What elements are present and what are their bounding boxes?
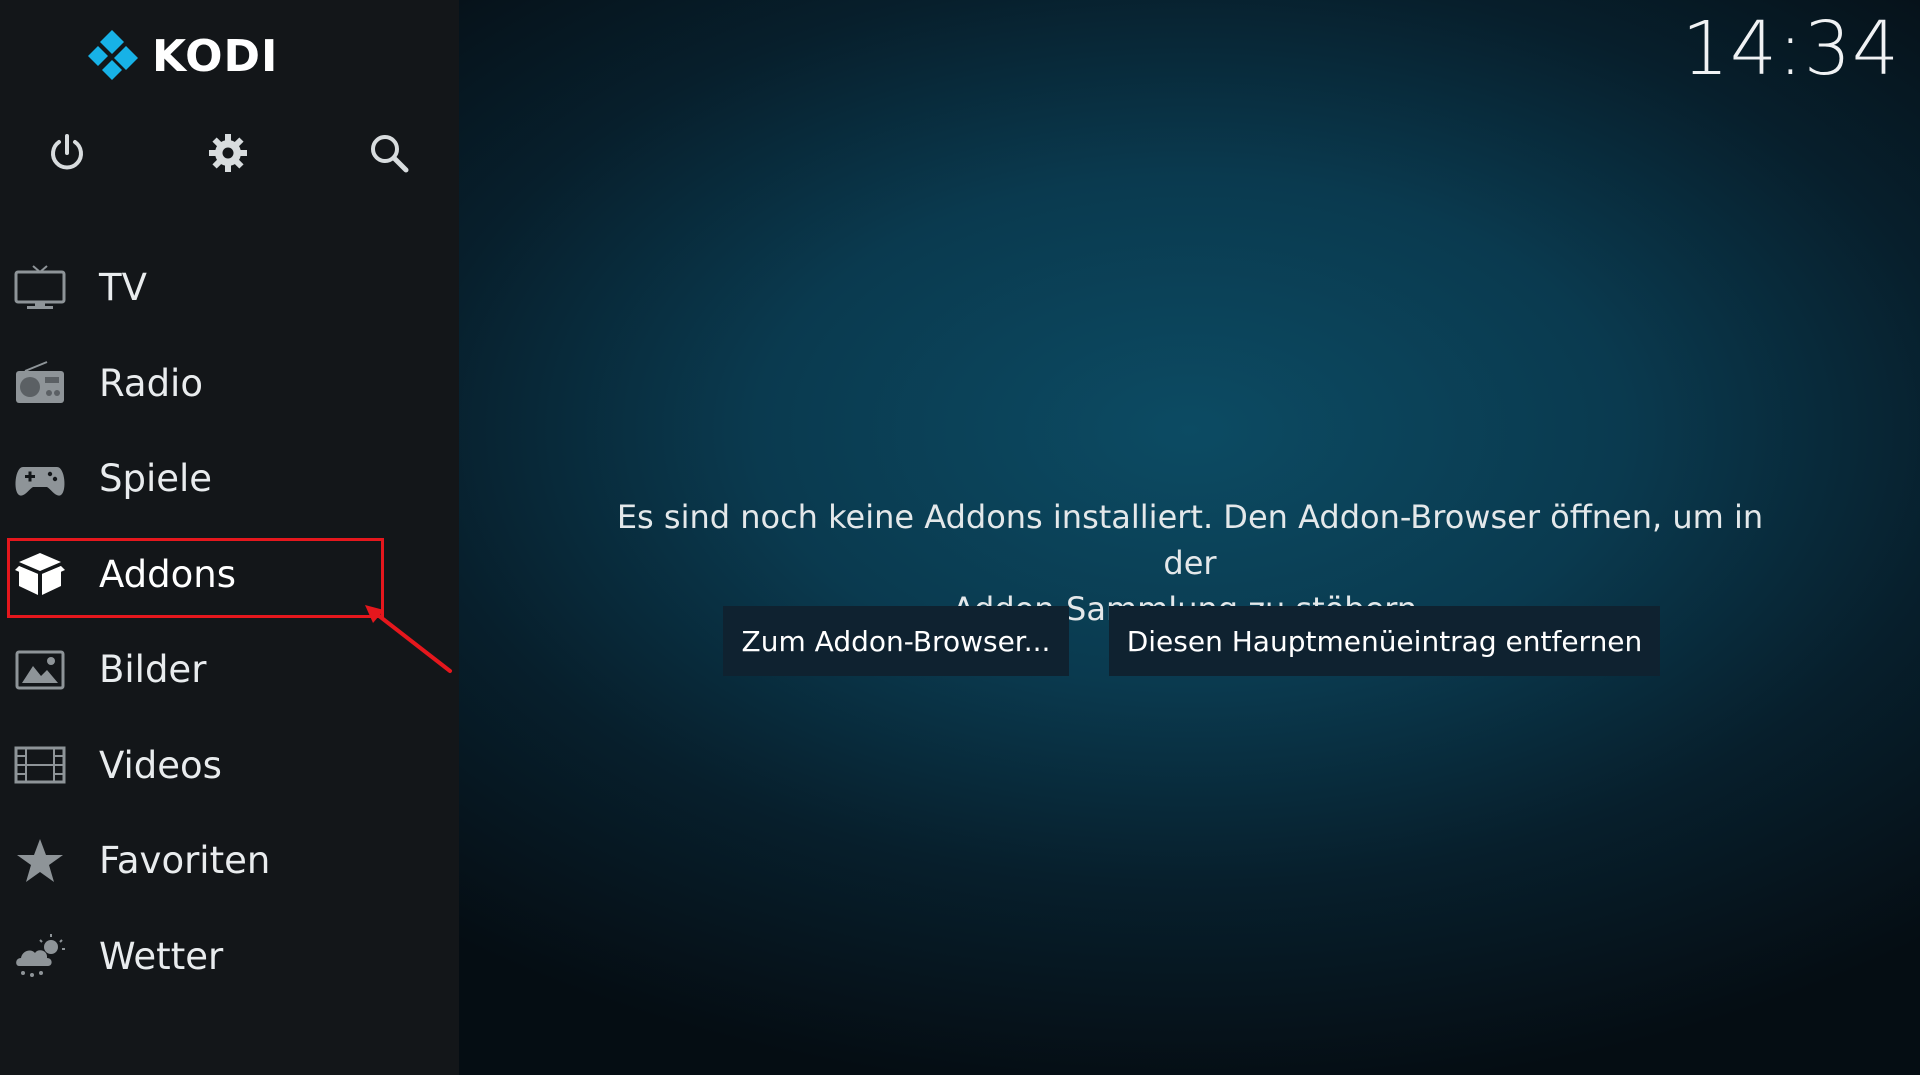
message-line-1: Es sind noch keine Addons installiert. D… — [616, 498, 1764, 582]
radio-icon — [13, 359, 67, 407]
tv-icon — [13, 264, 67, 312]
menu-item-bilder[interactable]: Bilder — [0, 622, 459, 718]
addon-box-icon — [13, 550, 67, 598]
menu-item-spiele[interactable]: Spiele — [0, 431, 459, 527]
menu-item-label: TV — [99, 266, 147, 310]
star-icon — [13, 837, 67, 885]
menu-item-label: Wetter — [99, 934, 224, 978]
search-icon[interactable] — [364, 128, 414, 178]
sidebar: KODI TV Radio Spiele Addons Bilder Video… — [0, 0, 459, 1075]
menu-item-favoriten[interactable]: Favoriten — [0, 813, 459, 909]
main-menu: TV Radio Spiele Addons Bilder Videos Fav… — [0, 240, 459, 1004]
menu-item-addons[interactable]: Addons — [0, 527, 459, 623]
weather-icon — [13, 932, 67, 980]
menu-item-label: Spiele — [99, 457, 213, 501]
menu-item-label: Bilder — [99, 648, 207, 692]
menu-item-wetter[interactable]: Wetter — [0, 909, 459, 1005]
logo-text: KODI — [152, 30, 279, 82]
menu-item-label: Radio — [99, 361, 203, 405]
menu-item-label: Videos — [99, 743, 222, 787]
remove-menu-entry-button[interactable]: Diesen Hauptmenüeintrag entfernen — [1109, 606, 1660, 676]
menu-item-label: Addons — [99, 552, 236, 596]
menu-item-tv[interactable]: TV — [0, 240, 459, 336]
clock: 14:34 — [1681, 6, 1900, 92]
kodi-logo: KODI — [82, 28, 278, 84]
top-icon-bar — [0, 128, 459, 188]
gamepad-icon — [13, 455, 67, 503]
gear-icon[interactable] — [203, 128, 253, 178]
menu-item-videos[interactable]: Videos — [0, 718, 459, 814]
power-icon[interactable] — [42, 128, 92, 178]
kodi-logo-icon — [88, 30, 138, 80]
picture-icon — [13, 646, 67, 694]
film-icon — [13, 741, 67, 789]
menu-item-label: Favoriten — [99, 839, 271, 883]
menu-item-radio[interactable]: Radio — [0, 336, 459, 432]
open-addon-browser-button[interactable]: Zum Addon-Browser... — [723, 606, 1069, 676]
